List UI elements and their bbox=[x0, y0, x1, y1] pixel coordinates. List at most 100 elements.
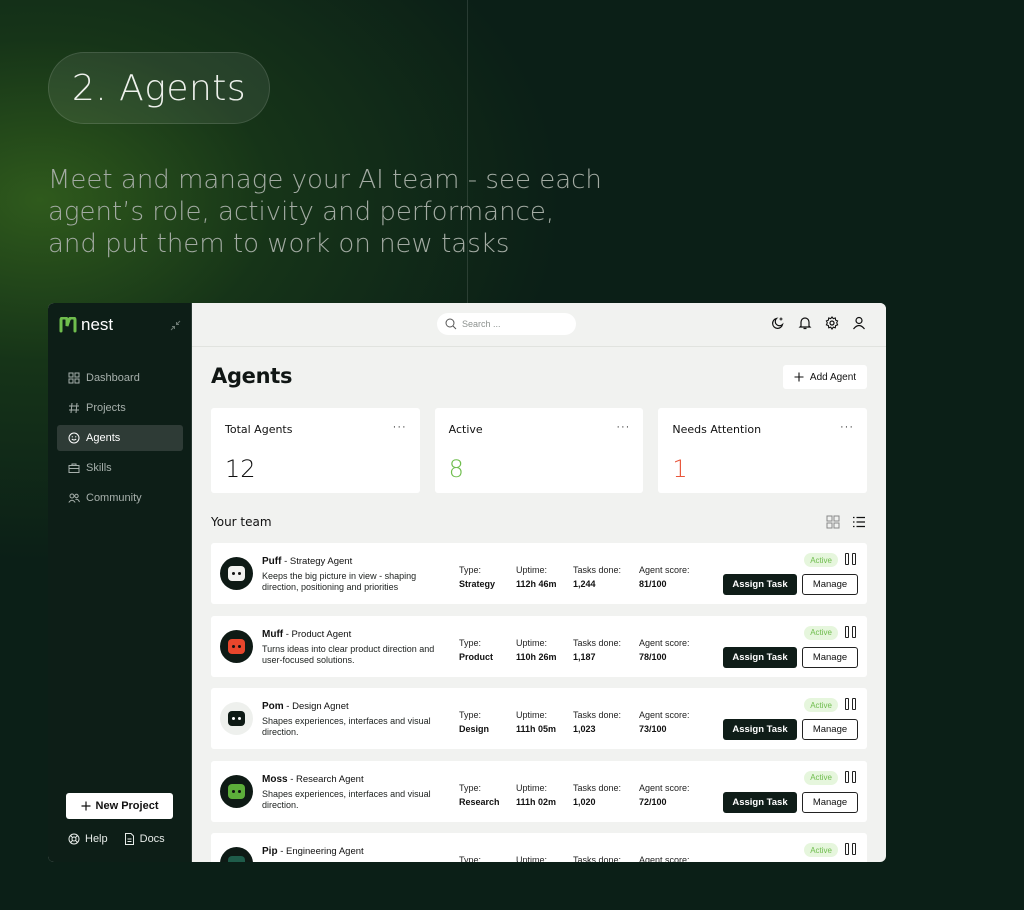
tasks-value: 1,020 bbox=[573, 796, 596, 807]
agent-type: Type: Strategy bbox=[459, 563, 495, 591]
agent-name[interactable]: Moss bbox=[262, 774, 288, 785]
sidebar-item-community[interactable]: Community bbox=[57, 485, 183, 511]
agent-name[interactable]: Puff bbox=[262, 556, 281, 567]
manage-button[interactable]: Manage bbox=[802, 646, 858, 668]
agent-row: Muff - Product Agent Turns ideas into cl… bbox=[211, 615, 867, 677]
more-icon[interactable]: ··· bbox=[616, 421, 630, 433]
pause-icon[interactable] bbox=[845, 553, 856, 565]
stat-card-total: Total Agents ··· 12 bbox=[211, 408, 420, 493]
theme-toggle-icon[interactable] bbox=[771, 316, 785, 330]
more-icon[interactable]: ··· bbox=[393, 421, 407, 433]
uptime-label: Uptime: bbox=[516, 782, 548, 793]
agent-score: Agent score: 72/100 bbox=[639, 781, 690, 809]
agent-name[interactable]: Muff bbox=[262, 629, 283, 640]
users-icon bbox=[68, 492, 80, 504]
search-input[interactable]: Search ... bbox=[437, 313, 576, 335]
status-badge: Active bbox=[804, 698, 838, 712]
sidebar-nav: Dashboard Projects Agents Skills Communi… bbox=[57, 365, 183, 515]
briefcase-icon bbox=[68, 462, 80, 474]
type-value: Research bbox=[459, 796, 500, 807]
collapse-icon[interactable] bbox=[170, 320, 181, 334]
stat-value: 1 bbox=[672, 455, 688, 483]
gear-icon[interactable] bbox=[825, 316, 839, 330]
add-agent-button[interactable]: Add Agent bbox=[783, 365, 867, 389]
agent-avatar bbox=[220, 629, 253, 663]
help-link[interactable]: Help bbox=[68, 833, 108, 845]
agent-name[interactable]: Pip bbox=[262, 846, 278, 857]
assign-task-button[interactable]: Assign Task bbox=[723, 719, 797, 740]
sidebar-item-label: Dashboard bbox=[86, 372, 140, 384]
agent-avatar bbox=[220, 774, 253, 808]
agent-type: Type: bbox=[459, 853, 481, 862]
sidebar-item-dashboard[interactable]: Dashboard bbox=[57, 365, 183, 391]
team-section-title: Your team bbox=[211, 515, 272, 529]
tasks-label: Tasks done: bbox=[573, 637, 622, 648]
pause-icon[interactable] bbox=[845, 625, 856, 638]
agent-description: Shapes experiences, interfaces and visua… bbox=[262, 716, 431, 737]
pause-icon[interactable] bbox=[845, 843, 856, 855]
type-value: Design bbox=[459, 724, 490, 734]
more-icon[interactable]: ··· bbox=[840, 421, 854, 433]
bell-icon[interactable] bbox=[798, 316, 812, 330]
agent-role: - Product Agent bbox=[283, 628, 352, 640]
hash-icon bbox=[68, 402, 80, 414]
status-badge: Active bbox=[804, 770, 838, 785]
intro-text: Meet and manage your AI team - see each … bbox=[48, 164, 628, 260]
agent-uptime: Uptime: 111h 02m bbox=[516, 781, 556, 809]
stat-label: Active bbox=[448, 423, 483, 436]
uptime-label: Uptime: bbox=[516, 565, 548, 575]
agent-score: Agent score: 78/100 bbox=[639, 636, 690, 664]
intro-line: agent’s role, activity and performance, bbox=[48, 197, 555, 227]
agent-description: Keeps the big picture in view - shaping … bbox=[262, 571, 417, 592]
new-project-label: New Project bbox=[95, 800, 159, 812]
stat-value: 8 bbox=[448, 455, 464, 483]
agent-avatar bbox=[220, 557, 253, 590]
agent-score: Agent score: bbox=[639, 853, 690, 862]
type-value: Product bbox=[459, 651, 494, 662]
score-value: 81/100 bbox=[639, 579, 667, 589]
assign-task-button[interactable]: Assign Task bbox=[723, 791, 797, 813]
stat-label: Total Agents bbox=[225, 423, 293, 436]
uptime-value: 112h 46m bbox=[516, 579, 557, 589]
logo[interactable]: nest bbox=[59, 315, 113, 335]
agent-role: - Strategy Agent bbox=[281, 556, 353, 567]
agent-type: Type: Product bbox=[459, 636, 493, 664]
pause-icon[interactable] bbox=[845, 698, 856, 710]
assign-task-button[interactable]: Assign Task bbox=[723, 646, 797, 668]
view-toggle bbox=[826, 515, 866, 529]
intro-line: and put them to work on new tasks bbox=[48, 229, 510, 259]
sidebar-item-agents[interactable]: Agents bbox=[57, 425, 183, 451]
agent-avatar bbox=[220, 847, 253, 862]
tasks-label: Tasks done: bbox=[573, 565, 622, 575]
score-value: 78/100 bbox=[639, 651, 667, 662]
sidebar-item-skills[interactable]: Skills bbox=[57, 455, 183, 481]
new-project-button[interactable]: New Project bbox=[66, 793, 173, 819]
sidebar-item-projects[interactable]: Projects bbox=[57, 395, 183, 421]
agent-list: Puff - Strategy Agent Keeps the big pict… bbox=[211, 543, 867, 862]
stats-row: Total Agents ··· 12 Active ··· 8 Needs A… bbox=[211, 408, 868, 493]
section-pill: 2. Agents bbox=[48, 52, 270, 124]
user-icon[interactable] bbox=[852, 316, 866, 330]
agent-type: Type: Design bbox=[459, 708, 489, 736]
sidebar-item-label: Skills bbox=[86, 462, 112, 474]
grid-view-icon[interactable] bbox=[826, 515, 840, 529]
main-panel: Search ... Agents Add Agent Total Agents… bbox=[192, 303, 886, 862]
nest-logo-icon bbox=[59, 317, 77, 333]
stat-label: Needs Attention bbox=[672, 423, 762, 436]
manage-button[interactable]: Manage bbox=[802, 791, 858, 813]
agent-tasks: Tasks done: 1,244 bbox=[573, 563, 621, 591]
score-value: 72/100 bbox=[639, 796, 667, 807]
manage-button[interactable]: Manage bbox=[802, 574, 858, 595]
pause-icon[interactable] bbox=[845, 770, 856, 783]
add-agent-label: Add Agent bbox=[809, 371, 857, 383]
type-value: Strategy bbox=[459, 579, 496, 589]
docs-link[interactable]: Docs bbox=[124, 833, 165, 845]
manage-button[interactable]: Manage bbox=[802, 719, 858, 740]
assign-task-button[interactable]: Assign Task bbox=[723, 574, 797, 595]
list-view-icon[interactable] bbox=[852, 515, 866, 529]
type-label: Type: bbox=[459, 637, 482, 648]
page-title: Agents bbox=[211, 364, 293, 388]
agent-name[interactable]: Pom bbox=[262, 701, 284, 712]
type-label: Type: bbox=[459, 855, 482, 862]
uptime-value: 111h 05m bbox=[516, 724, 557, 734]
